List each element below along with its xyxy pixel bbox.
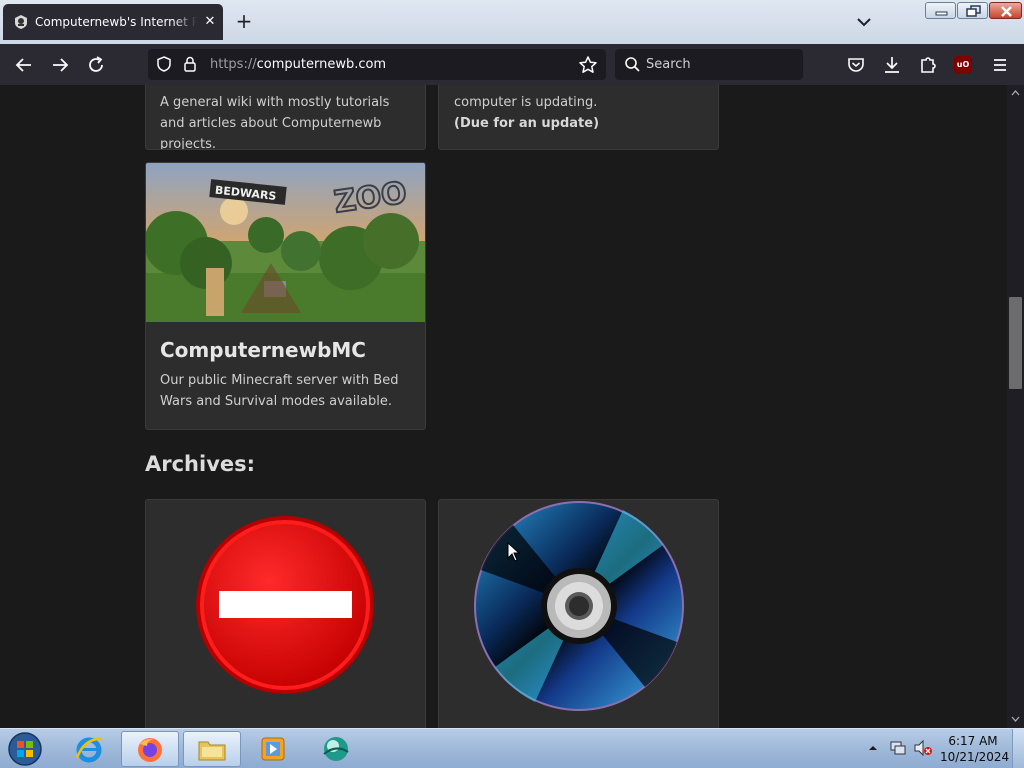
taskbar-firefox[interactable] bbox=[121, 731, 179, 767]
windows-taskbar: 6:17 AM 10/21/2024 bbox=[0, 728, 1024, 768]
internet-explorer-icon bbox=[75, 737, 103, 763]
optical-disc-icon bbox=[474, 501, 684, 711]
minecraft-card-title: ComputernewbMC bbox=[160, 338, 366, 362]
browser-tab-strip: Computernewb's Internet Pub ✕ + bbox=[0, 0, 1024, 44]
minecraft-screenshot-image: BEDWARS ZOO bbox=[146, 163, 425, 322]
archive-card-disc[interactable] bbox=[438, 499, 719, 728]
close-window-button[interactable] bbox=[989, 2, 1022, 19]
lock-icon[interactable] bbox=[181, 55, 199, 73]
window-controls bbox=[925, 2, 1022, 20]
wiki-card[interactable]: A general wiki with mostly tutorials and… bbox=[145, 85, 426, 150]
back-arrow-icon[interactable] bbox=[11, 52, 37, 78]
restore-icon bbox=[966, 5, 981, 17]
minecraft-card-description: Our public Minecraft server with Bed War… bbox=[160, 373, 399, 409]
pocket-icon[interactable] bbox=[843, 52, 869, 78]
wiki-card-description: A general wiki with mostly tutorials and… bbox=[160, 95, 390, 150]
folder-icon bbox=[198, 741, 226, 761]
search-bar[interactable]: Search bbox=[615, 49, 803, 80]
globe-app-icon bbox=[323, 737, 349, 761]
restore-button[interactable] bbox=[957, 2, 988, 19]
media-player-icon bbox=[261, 737, 285, 761]
scrollbar-thumb[interactable] bbox=[1009, 297, 1022, 389]
url-host: computernewb.com bbox=[256, 57, 387, 72]
url-scheme: https:// bbox=[210, 57, 257, 72]
tracking-protection-shield-icon[interactable] bbox=[155, 55, 173, 73]
ublock-origin-icon[interactable]: uO bbox=[954, 56, 972, 74]
site-favicon-icon bbox=[15, 15, 27, 29]
taskbar-app-globe[interactable] bbox=[307, 731, 365, 767]
clock-time: 6:17 AM bbox=[948, 734, 998, 748]
show-hidden-icons-arrow-icon[interactable] bbox=[868, 743, 878, 753]
taskbar-clock[interactable]: 6:17 AM 10/21/2024 bbox=[940, 733, 1010, 765]
extensions-puzzle-icon[interactable] bbox=[915, 52, 941, 78]
firefox-icon bbox=[138, 738, 162, 762]
taskbar-file-explorer[interactable] bbox=[183, 731, 241, 767]
minimize-icon bbox=[935, 11, 948, 16]
downloads-icon[interactable] bbox=[879, 52, 905, 78]
minimize-button[interactable] bbox=[925, 2, 956, 19]
archive-card-unavailable[interactable] bbox=[145, 499, 426, 728]
reload-icon[interactable] bbox=[83, 52, 109, 78]
search-icon bbox=[625, 57, 640, 72]
page-scrollbar[interactable] bbox=[1007, 85, 1024, 728]
address-bar[interactable]: https://computernewb.com bbox=[148, 49, 606, 80]
mouse-cursor-icon bbox=[507, 542, 521, 562]
show-desktop-button[interactable] bbox=[1012, 729, 1024, 768]
volume-muted-icon[interactable] bbox=[913, 739, 933, 757]
navigation-toolbar: https://computernewb.com Search uO bbox=[0, 44, 1024, 85]
bookmark-star-icon[interactable] bbox=[578, 55, 598, 75]
tab-title: Computernewb's Internet Pub bbox=[35, 15, 197, 29]
screen: Computernewb's Internet Pub ✕ + https://… bbox=[0, 0, 1024, 768]
url-text: https://computernewb.com bbox=[210, 56, 386, 73]
no-entry-sign-icon bbox=[196, 516, 374, 694]
archives-heading: Archives: bbox=[145, 452, 256, 476]
browser-tab[interactable]: Computernewb's Internet Pub ✕ bbox=[3, 4, 223, 40]
taskbar-internet-explorer[interactable] bbox=[60, 731, 118, 767]
page-content: A general wiki with mostly tutorials and… bbox=[0, 85, 1007, 728]
close-icon bbox=[1001, 6, 1012, 17]
start-orb-icon[interactable] bbox=[5, 731, 45, 767]
new-tab-button[interactable]: + bbox=[233, 11, 255, 33]
app-menu-hamburger-icon[interactable] bbox=[987, 52, 1013, 78]
network-icon[interactable] bbox=[889, 739, 907, 757]
tab-close-icon[interactable]: ✕ bbox=[201, 13, 219, 31]
vm-card[interactable]: computer is updating. (Due for an update… bbox=[438, 85, 719, 150]
forward-arrow-icon[interactable] bbox=[47, 52, 73, 78]
vm-card-description: computer is updating. bbox=[454, 95, 598, 110]
minecraft-server-card[interactable]: BEDWARS ZOO ComputernewbMC Our public Mi… bbox=[145, 162, 426, 430]
clock-date: 10/21/2024 bbox=[940, 750, 1010, 764]
list-all-tabs-icon[interactable] bbox=[853, 11, 875, 33]
search-placeholder: Search bbox=[646, 57, 691, 72]
scroll-down-arrow-icon[interactable] bbox=[1011, 715, 1020, 723]
taskbar-media-player[interactable] bbox=[244, 731, 302, 767]
vm-card-update-note: (Due for an update) bbox=[454, 116, 600, 131]
scroll-up-arrow-icon[interactable] bbox=[1011, 89, 1020, 97]
